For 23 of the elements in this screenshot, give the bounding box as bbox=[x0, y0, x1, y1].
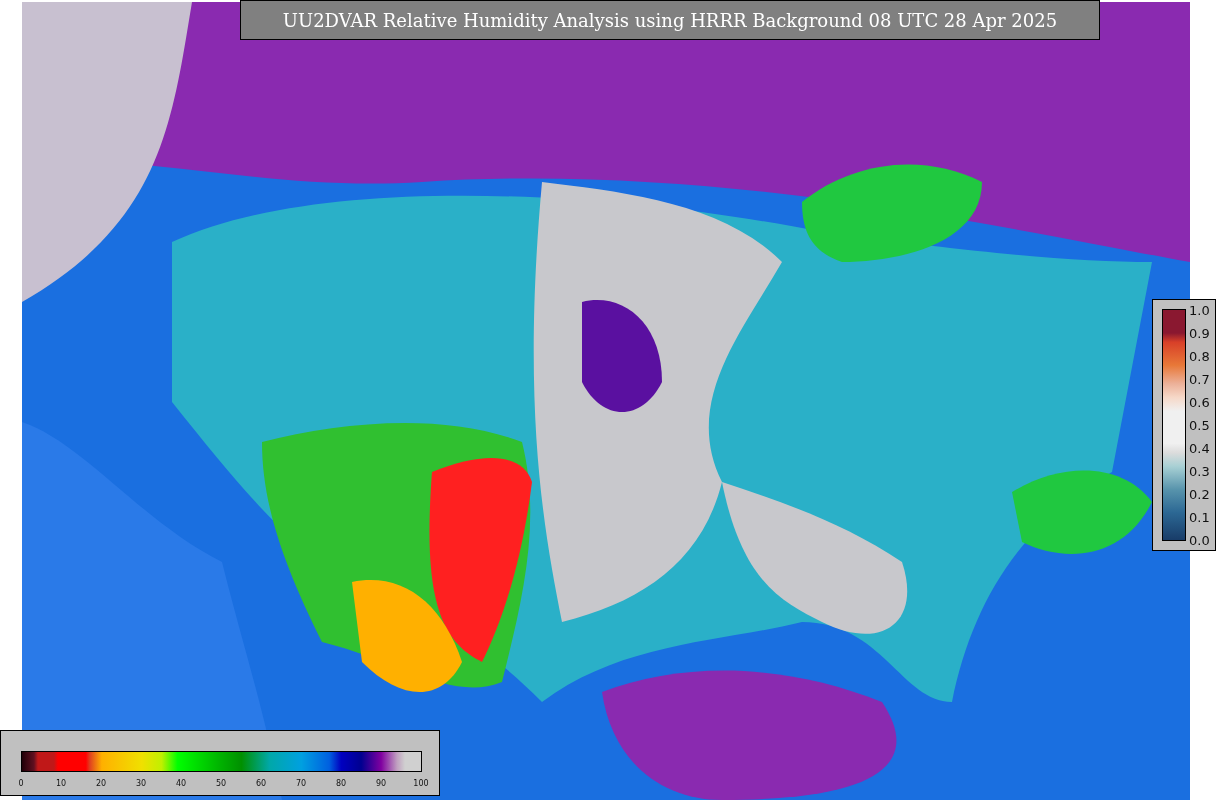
chart-title: UU2DVAR Relative Humidity Analysis using HRRR Background 08 UTC 28 Apr 2025 bbox=[240, 0, 1100, 40]
colorbar-tick-label: 0 bbox=[18, 779, 24, 788]
colorbar-tick-label: 20 bbox=[95, 779, 107, 788]
colorbar-tick-label: 10 bbox=[55, 779, 67, 788]
colorbar-tick-label: 1.0 bbox=[1189, 302, 1210, 318]
colorbar-tick-label: 40 bbox=[175, 779, 187, 788]
colorbar-tick-label: 80 bbox=[335, 779, 347, 788]
colorbar-tick-label: 0.5 bbox=[1189, 417, 1210, 433]
colorbar-tick-label: 0.1 bbox=[1189, 509, 1210, 525]
colorbar-tick-label: 90 bbox=[375, 779, 387, 788]
colorbar-tick-label: 70 bbox=[295, 779, 307, 788]
colorbar-tick-label: 0.7 bbox=[1189, 371, 1210, 387]
colorbar-tick-label: 30 bbox=[135, 779, 147, 788]
colorbar-tick-label: 0.0 bbox=[1189, 532, 1210, 548]
colorbar-tick-label: 0.6 bbox=[1189, 394, 1210, 410]
colorbar-tick-label: 60 bbox=[255, 779, 267, 788]
colorbar-tick-label: 0.9 bbox=[1189, 325, 1210, 341]
colorbar-tick-label: 0.2 bbox=[1189, 486, 1210, 502]
colorbar-tick-label: 100 bbox=[413, 779, 429, 788]
colorbar-tick-label: 0.4 bbox=[1189, 440, 1210, 456]
colorbar-tick-label: 0.8 bbox=[1189, 348, 1210, 364]
colorbar-tick-label: 0.3 bbox=[1189, 463, 1210, 479]
colorbar-tick-label: 50 bbox=[215, 779, 227, 788]
